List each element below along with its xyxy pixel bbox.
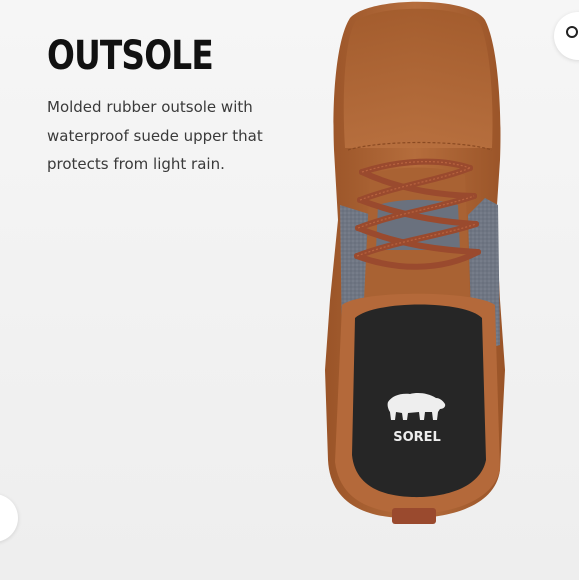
next-slide-button[interactable] (554, 12, 579, 60)
circle-icon (566, 26, 578, 38)
feature-title: OUTSOLE (47, 33, 214, 79)
previous-slide-button[interactable] (0, 494, 18, 542)
product-feature-slide: OUTSOLE Molded rubber outsole with water… (0, 0, 579, 580)
feature-description: Molded rubber outsole with waterproof su… (47, 98, 263, 173)
heel-pull-tab (392, 508, 436, 524)
brand-logo-text: SOREL (393, 430, 441, 445)
shoe-image: SOREL (325, 1, 505, 524)
shoe-toe (343, 8, 493, 148)
